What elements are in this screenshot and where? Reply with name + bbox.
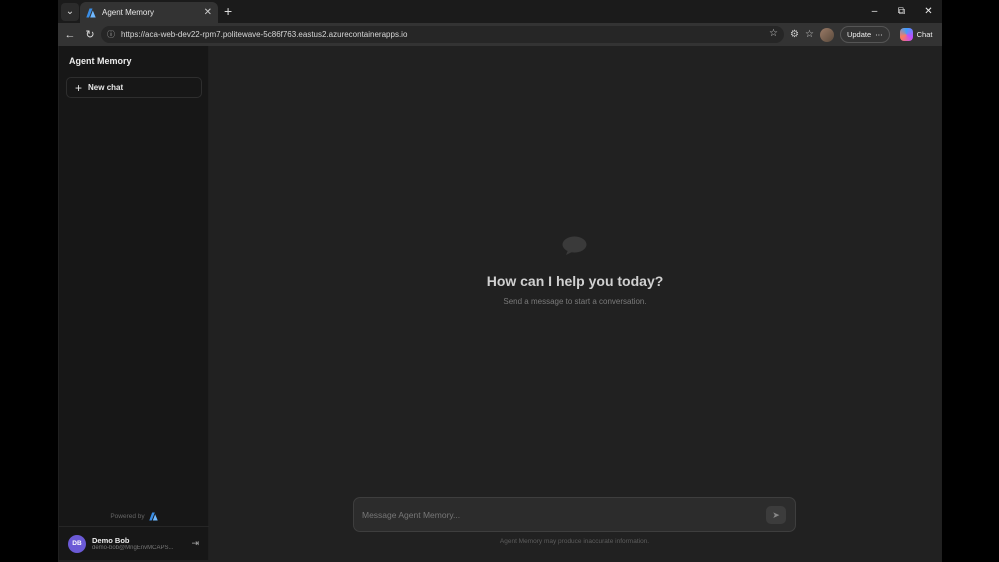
update-button[interactable]: Update ⋯ [839, 26, 890, 43]
azure-logo-icon [148, 512, 158, 521]
user-info: Demo Bob demo-bob@MngEnvMCAPS... [92, 536, 182, 551]
copilot-icon [899, 28, 913, 41]
sidebar-title: Agent Memory [69, 56, 132, 66]
powered-by: Powered by [59, 512, 209, 521]
update-label: Update [846, 30, 872, 39]
new-chat-label: New chat [88, 83, 124, 92]
logout-icon[interactable]: ⇥ [191, 538, 199, 549]
tab-title: Agent Memory [102, 8, 155, 17]
user-name: Demo Bob [92, 536, 130, 545]
profile-icon[interactable] [819, 27, 834, 42]
favorites-icon[interactable]: ☆ [805, 29, 814, 40]
user-panel: DB Demo Bob demo-bob@MngEnvMCAPS... ⇥ [59, 526, 209, 560]
info-icon[interactable]: ⓘ [107, 29, 115, 40]
toolbar-right: ⚙ ☆ Update ⋯ Chat [790, 26, 932, 43]
tab-bar: ⌄ Agent Memory ✕ + – ⧉ ✕ [58, 0, 942, 23]
restore-button[interactable]: ⧉ [888, 0, 915, 23]
message-composer: ➤ [353, 497, 796, 532]
close-icon[interactable]: ✕ [204, 7, 212, 18]
screen: ⌄ Agent Memory ✕ + – ⧉ ✕ ← ↻ ⓘ https://a… [0, 0, 999, 562]
back-icon[interactable]: ← [60, 29, 80, 41]
address-bar[interactable]: ⓘ https://aca-web-dev22-rpm7.politewave-… [101, 26, 784, 43]
refresh-icon[interactable]: ↻ [80, 28, 100, 41]
sidebar: Agent Memory + New chat Powered by DB De… [59, 46, 209, 560]
extensions-icon[interactable]: ⚙ [790, 29, 799, 40]
disclaimer: Agent Memory may produce inaccurate info… [499, 538, 650, 545]
browser-toolbar: ← ↻ ⓘ https://aca-web-dev22-rpm7.politew… [58, 23, 942, 46]
powered-by-label: Powered by [110, 513, 145, 520]
plus-icon: + [75, 80, 83, 95]
address-url[interactable]: https://aca-web-dev22-rpm7.politewave-5c… [121, 30, 407, 39]
app-viewport: Agent Memory + New chat Powered by DB De… [59, 46, 941, 560]
chat-bubble-icon [562, 236, 587, 255]
browser-tab-agent-memory[interactable]: Agent Memory ✕ [80, 2, 218, 23]
window-close-button[interactable]: ✕ [915, 0, 942, 23]
send-icon: ➤ [772, 509, 780, 520]
send-button[interactable]: ➤ [766, 506, 786, 524]
more-icon: ⋯ [875, 30, 883, 39]
tab-list-button[interactable]: ⌄ [61, 2, 79, 21]
minimize-button[interactable]: – [861, 0, 888, 23]
user-email: demo-bob@MngEnvMCAPS... [92, 545, 174, 551]
chevron-down-icon: ⌄ [65, 6, 75, 17]
new-tab-button[interactable]: + [224, 3, 232, 19]
star-icon[interactable]: ☆ [769, 28, 778, 39]
empty-state-title: How can I help you today? [486, 273, 664, 289]
browser-window: ⌄ Agent Memory ✕ + – ⧉ ✕ ← ↻ ⓘ https://a… [58, 0, 942, 562]
new-chat-button[interactable]: + New chat [66, 77, 202, 98]
empty-state-subtitle: Send a message to start a conversation. [503, 297, 647, 306]
chat-label: Chat [916, 30, 933, 39]
chat-main: How can I help you today? Send a message… [209, 46, 941, 560]
message-input[interactable] [362, 506, 752, 524]
window-controls: – ⧉ ✕ [861, 0, 942, 23]
copilot-chat-button[interactable]: Chat [899, 28, 933, 41]
azure-logo-icon [86, 8, 96, 17]
avatar[interactable]: DB [68, 534, 86, 553]
